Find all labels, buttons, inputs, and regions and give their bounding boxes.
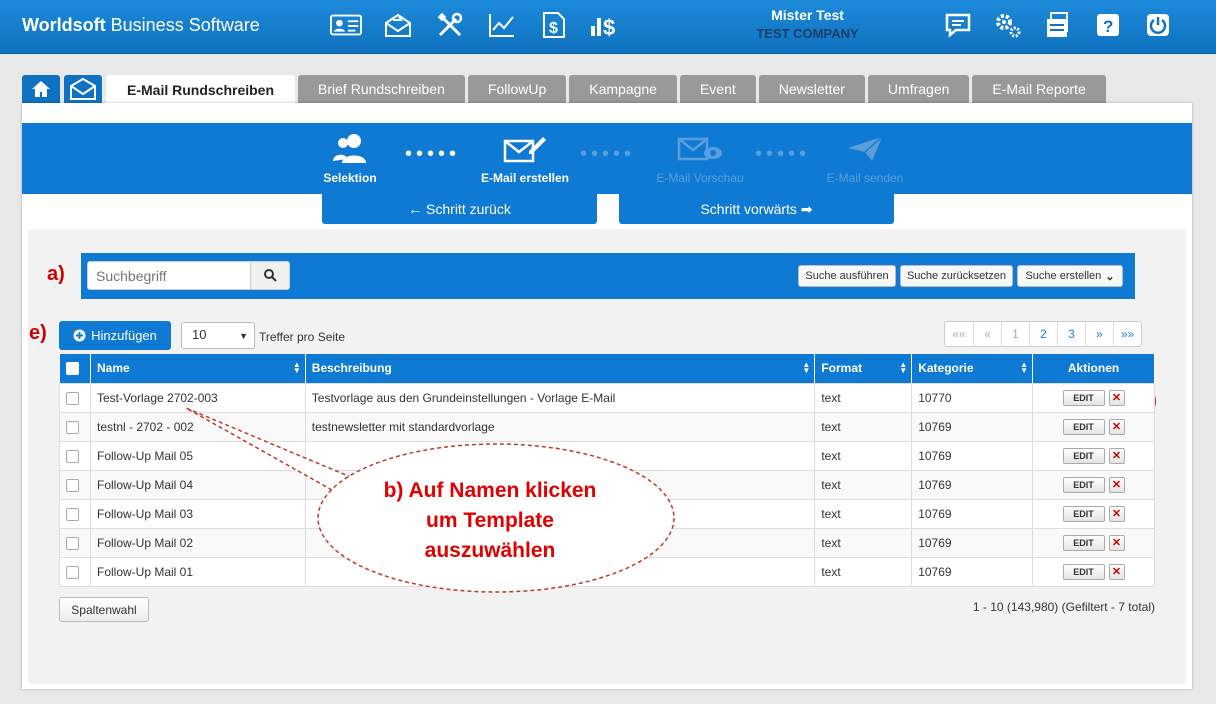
callout-text: b) Auf Namen klicken um Template auszuwä…: [383, 479, 597, 562]
annotation-callout: [185, 407, 675, 593]
